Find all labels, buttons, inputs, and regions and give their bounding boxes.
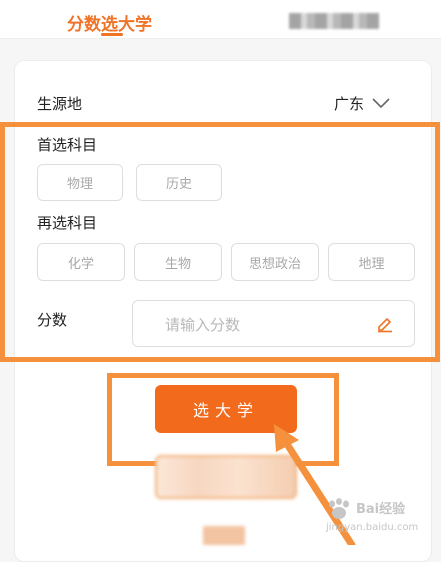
blurred-tab[interactable] [289, 13, 379, 29]
watermark-text: Bai经验 [356, 502, 406, 517]
region-label: 生源地 [37, 95, 83, 113]
annotation-box-form [0, 122, 440, 362]
tab-score-select-university[interactable]: 分数选大学 [67, 10, 152, 35]
watermark-url: jingyan.baidu.com [326, 522, 419, 533]
paw-icon [329, 498, 349, 519]
top-tab-bar: 分数选大学 [0, 0, 441, 39]
select-university-button[interactable]: 选大学 [155, 385, 297, 433]
region-value[interactable]: 广东 [334, 93, 364, 114]
chevron-down-icon[interactable] [372, 97, 390, 109]
active-tab-indicator [101, 33, 123, 36]
blurred-secondary-button[interactable] [155, 455, 297, 499]
blurred-link[interactable] [203, 526, 245, 545]
watermark: Bai经验 jingyan.baidu.com [322, 492, 437, 540]
